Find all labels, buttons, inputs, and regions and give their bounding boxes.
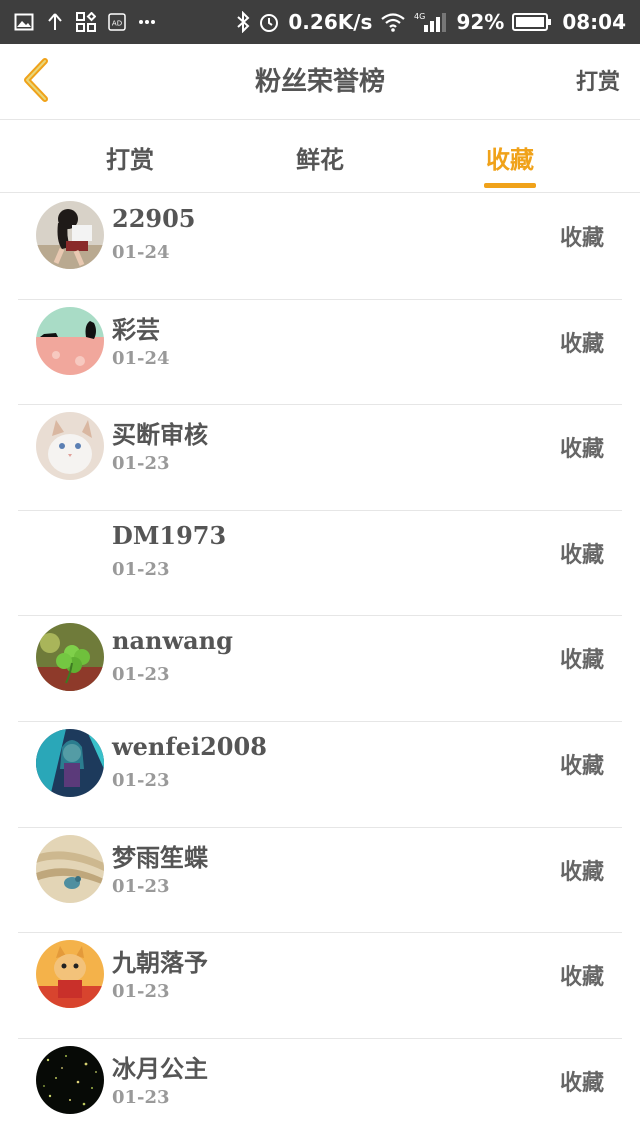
alarm-icon — [258, 11, 280, 33]
item-date: 01-24 — [112, 242, 170, 263]
favorite-label: 收藏 — [559, 1069, 604, 1096]
user-name: 买断审核 — [112, 420, 208, 450]
list-item[interactable]: 冰月公主 01-23 收藏 — [18, 1039, 622, 1138]
item-date: 01-23 — [112, 769, 170, 791]
header-bar: 粉丝荣誉榜 打赏 — [0, 44, 640, 120]
more-dots-icon — [138, 19, 156, 25]
item-date: 01-23 — [112, 453, 170, 475]
user-name: 梦雨笙蝶 — [112, 842, 208, 872]
item-date: 01-23 — [112, 664, 170, 686]
list-item[interactable]: 买断审核 01-23 收藏 — [18, 405, 622, 511]
avatar — [36, 623, 104, 692]
user-name: DM1973 — [112, 520, 227, 550]
item-date: 01-23 — [112, 981, 170, 1003]
user-name: 彩芸 — [112, 314, 160, 344]
user-name: 冰月公主 — [112, 1053, 208, 1083]
clock: 08:04 — [562, 10, 626, 34]
wifi-icon — [380, 12, 406, 32]
list-item[interactable]: 梦雨笙蝶 01-23 收藏 — [18, 828, 622, 934]
avatar — [36, 728, 104, 797]
item-date: 01-23 — [112, 1086, 170, 1108]
avatar — [36, 1045, 104, 1114]
user-name: 九朝落予 — [112, 948, 208, 978]
tab-bar: 打赏 鲜花 收藏 — [0, 121, 640, 193]
favorite-label: 收藏 — [559, 964, 604, 991]
avatar — [36, 201, 104, 269]
favorite-label: 收藏 — [559, 858, 604, 885]
favorite-label: 收藏 — [559, 752, 604, 779]
battery-percent: 92% — [456, 10, 505, 34]
list-item[interactable]: wenfei2008 01-23 收藏 — [18, 722, 622, 828]
page-title: 粉丝荣誉榜 — [254, 67, 385, 97]
status-bar-left: AD — [14, 0, 156, 44]
avatar — [36, 834, 104, 903]
tab-favorites[interactable]: 收藏 — [460, 121, 560, 193]
image-icon — [14, 12, 34, 32]
apps-grid-icon — [76, 12, 96, 32]
battery-icon — [512, 12, 552, 32]
bluetooth-icon — [236, 11, 250, 33]
user-name: 22905 — [112, 204, 196, 233]
user-name: wenfei2008 — [112, 731, 267, 761]
ad-icon: AD — [108, 13, 126, 31]
signal-icon: 4G — [414, 11, 448, 33]
list-item[interactable]: nanwang 01-23 收藏 — [18, 616, 622, 722]
list-item[interactable]: 彩芸 01-24 收藏 — [18, 300, 622, 406]
avatar — [36, 412, 104, 481]
user-name: nanwang — [112, 626, 233, 656]
favorite-label: 收藏 — [559, 436, 604, 463]
tab-reward[interactable]: 打赏 — [80, 121, 180, 193]
favorite-label: 收藏 — [559, 225, 604, 251]
list-item[interactable]: 九朝落予 01-23 收藏 — [18, 933, 622, 1039]
avatar — [36, 306, 104, 375]
network-type: 4G — [414, 12, 425, 21]
network-speed: 0.26K/s — [288, 10, 373, 34]
item-date: 01-23 — [112, 558, 170, 580]
list-item[interactable]: DM1973 01-23 收藏 — [18, 511, 622, 617]
tab-reward-label: 打赏 — [106, 144, 154, 174]
tab-flowers-label: 鲜花 — [296, 144, 344, 174]
tab-favorites-label: 收藏 — [486, 144, 534, 174]
avatar — [36, 940, 104, 1009]
favorite-label: 收藏 — [559, 541, 604, 568]
favorite-label: 收藏 — [559, 647, 604, 674]
active-tab-indicator — [484, 183, 536, 188]
item-date: 01-24 — [112, 347, 170, 369]
fan-list: 22905 01-24 收藏 彩芸 01-24 收藏 买断审核 01-23 收藏… — [0, 194, 640, 1138]
item-date: 01-23 — [112, 875, 170, 897]
svg-text:AD: AD — [112, 20, 122, 28]
status-bar: AD 0.26K/s 4G 92% 08:04 — [0, 0, 640, 44]
list-item[interactable]: 22905 01-24 收藏 — [18, 194, 622, 300]
tab-flowers[interactable]: 鲜花 — [270, 121, 370, 193]
status-bar-right: 0.26K/s 4G 92% 08:04 — [236, 0, 626, 44]
reward-button[interactable]: 打赏 — [576, 44, 620, 120]
upload-arrow-icon — [46, 12, 64, 32]
favorite-label: 收藏 — [559, 330, 604, 357]
